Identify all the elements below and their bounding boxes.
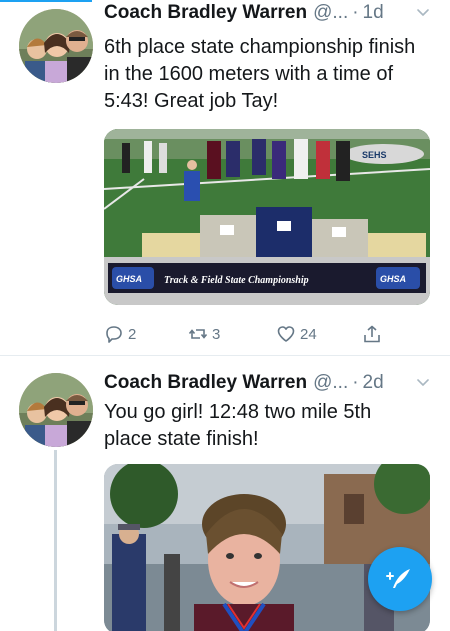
retweet-count: 3: [212, 325, 221, 343]
banner-logo-left: GHSA: [116, 274, 142, 284]
chevron-down-icon[interactable]: [414, 373, 432, 391]
like-count: 24: [300, 325, 317, 343]
svg-text:SEHS: SEHS: [362, 150, 387, 160]
share-icon: [364, 325, 380, 343]
tweet-text: You go girl! 12:48 two mile 5th place st…: [104, 401, 372, 450]
share-button[interactable]: [362, 324, 386, 344]
avatar[interactable]: [19, 373, 93, 447]
chevron-down-icon[interactable]: [414, 3, 432, 21]
tweet-photo[interactable]: SEHS GHSA Track & Field State Championsh…: [104, 129, 430, 305]
author-name[interactable]: Coach Bradley Warren: [104, 372, 307, 394]
thread-connector-line: [54, 450, 57, 631]
retweet-icon: [188, 329, 208, 339]
heart-icon: [277, 326, 295, 342]
banner-logo-right: GHSA: [380, 274, 406, 284]
compose-icon: [386, 569, 410, 588]
separator-dot: ·: [352, 372, 359, 393]
reply-button[interactable]: 2: [104, 324, 136, 344]
like-button[interactable]: 24: [276, 324, 317, 344]
separator-dot: ·: [352, 2, 359, 23]
tweet-header: Coach Bradley Warren @... · 2d: [104, 370, 432, 396]
avatar[interactable]: [19, 9, 93, 83]
author-handle[interactable]: @...: [313, 2, 348, 24]
reply-icon: [106, 326, 122, 343]
tweet-divider: [0, 355, 450, 356]
author-handle[interactable]: @...: [313, 372, 348, 394]
banner-text: Track & Field State Championship: [164, 275, 309, 286]
retweet-button[interactable]: 3: [188, 324, 220, 344]
timestamp[interactable]: 2d: [363, 372, 384, 394]
tweet-header: Coach Bradley Warren @... · 1d: [104, 0, 432, 26]
tweet-photo[interactable]: [104, 464, 430, 631]
tweet-text: 6th place state championship finish in t…: [104, 36, 416, 112]
top-accent-bar: [0, 0, 92, 2]
author-name[interactable]: Coach Bradley Warren: [104, 2, 307, 24]
compose-button[interactable]: [368, 547, 432, 611]
tweet-actions: 2 3 24: [104, 324, 394, 346]
timestamp[interactable]: 1d: [363, 2, 384, 24]
reply-count: 2: [128, 325, 137, 343]
